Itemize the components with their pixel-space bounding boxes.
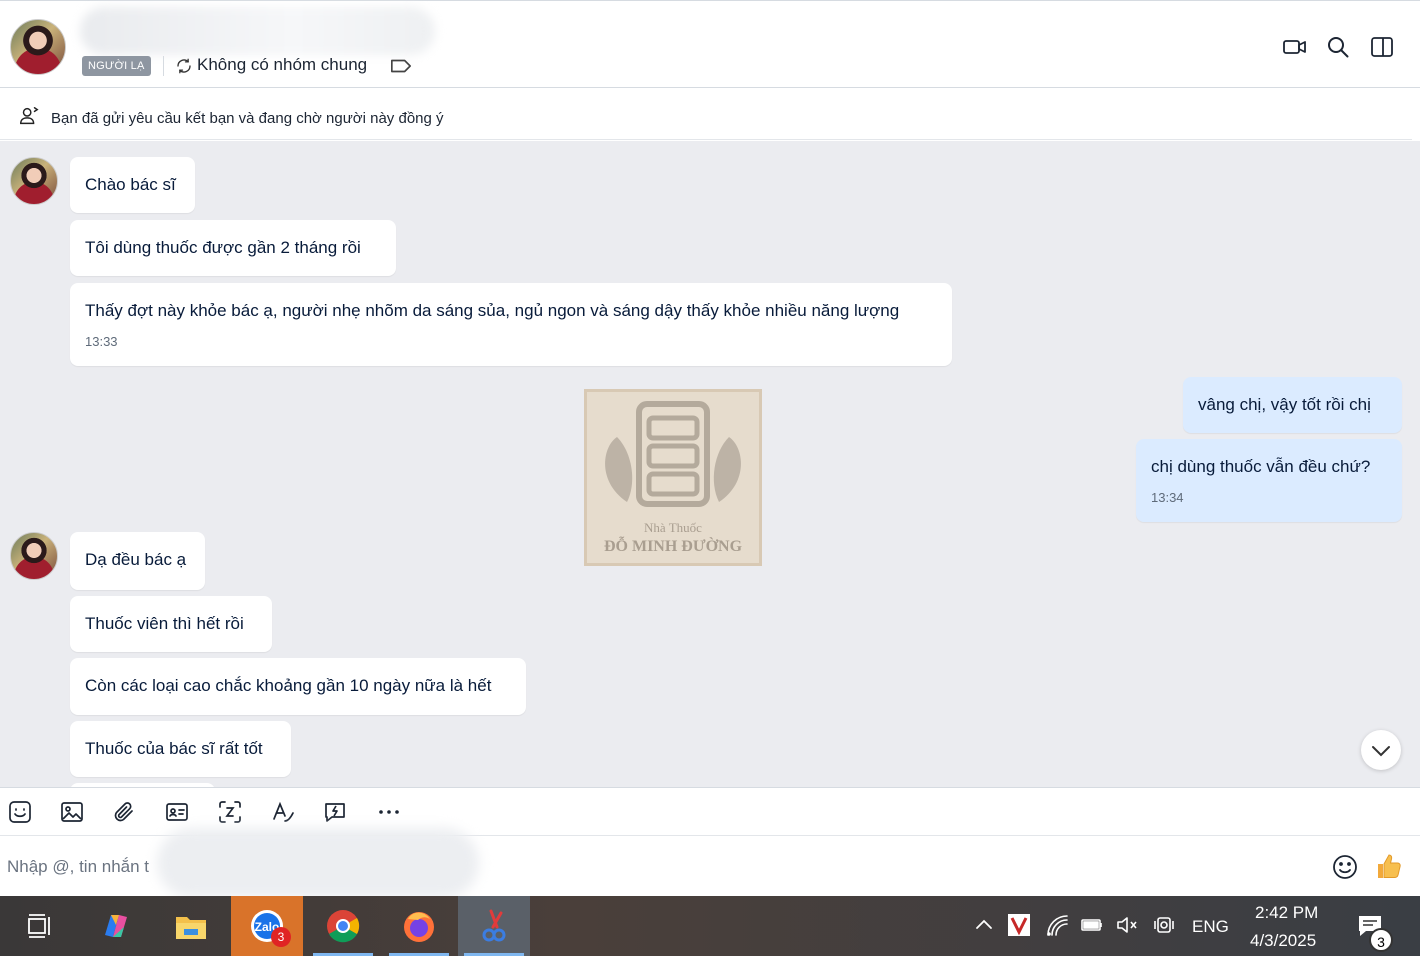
contact-avatar[interactable]	[10, 19, 66, 75]
message-text: Thuốc viên thì hết rồi	[85, 614, 244, 633]
message-bubble[interactable]: Dạ đều bác ạ	[70, 532, 205, 590]
message-text: Chào bác sĩ	[85, 175, 176, 194]
task-view-icon	[28, 914, 50, 938]
friend-request-bar: Bạn đã gửi yêu cầu kết bạn và đang chờ n…	[0, 95, 1412, 140]
show-hidden-icons-icon[interactable]	[972, 913, 996, 937]
file-explorer-app[interactable]	[155, 896, 227, 956]
contact-card-icon[interactable]	[165, 800, 189, 824]
scissors-icon	[482, 909, 506, 942]
message-avatar[interactable]	[10, 157, 58, 205]
message-bubble[interactable]: Còn các loại cao chắc khoảng gần 10 ngày…	[70, 658, 526, 715]
text-format-icon[interactable]	[271, 800, 295, 824]
attachment-icon[interactable]	[112, 800, 136, 824]
message-text: Còn các loại cao chắc khoảng gần 10 ngày…	[85, 676, 492, 695]
task-view-button[interactable]	[4, 896, 76, 956]
quick-message-icon[interactable]	[323, 800, 347, 824]
message-bubble[interactable]: Thấy đợt này khỏe bác ạ, người nhẹ nhõm …	[70, 283, 952, 366]
header-divider	[163, 56, 164, 76]
video-call-icon[interactable]	[1281, 33, 1309, 61]
message-text: Thấy đợt này khỏe bác ạ, người nhẹ nhõm …	[85, 301, 900, 320]
contact-name-blurred	[80, 7, 435, 55]
clock-date[interactable]: 4/3/2025	[1250, 931, 1316, 951]
battery-icon[interactable]	[1080, 913, 1104, 937]
message-bubble[interactable]: Thuốc viên thì hết rồi	[70, 596, 272, 652]
message-text: Tôi dùng thuốc được gần 2 tháng rồi	[85, 238, 361, 257]
more-options-icon[interactable]	[377, 800, 401, 824]
notifications-count-badge: 3	[1369, 928, 1393, 952]
input-language[interactable]: ENG	[1192, 917, 1229, 937]
antivirus-icon[interactable]	[1007, 913, 1031, 937]
pharmacy-logo-icon: Nhà Thuốc ĐỖ MINH ĐƯỜNG	[604, 401, 743, 555]
search-icon[interactable]	[1324, 33, 1352, 61]
sticker-icon[interactable]	[8, 800, 32, 824]
wifi-icon[interactable]	[1045, 913, 1069, 937]
message-bubble[interactable]: Thuốc của bác sĩ rất tốt	[70, 721, 291, 777]
image-icon[interactable]	[60, 800, 84, 824]
message-text: Dạ đều bác ạ	[85, 550, 187, 569]
zalo-unread-badge: 3	[271, 927, 291, 947]
add-friend-icon	[20, 107, 39, 125]
sidebar-toggle-icon[interactable]	[1368, 33, 1396, 61]
zalo-app[interactable]: Zalo 3	[231, 896, 303, 956]
watermark-line2: ĐỖ MINH ĐƯỜNG	[604, 535, 743, 555]
copilot-icon	[105, 915, 127, 937]
blurred-region	[157, 828, 479, 898]
message-list[interactable]: Chào bác sĩ Tôi dùng thuốc được gần 2 th…	[0, 141, 1420, 787]
pharmacy-watermark: Nhà Thuốc ĐỖ MINH ĐƯỜNG	[584, 389, 762, 566]
message-text: Thuốc của bác sĩ rất tốt	[85, 739, 263, 758]
chrome-app[interactable]	[307, 896, 379, 956]
firefox-icon	[404, 912, 434, 942]
message-text: vâng chị, vậy tốt rồi chị	[1198, 395, 1371, 414]
message-time: 13:34	[1151, 490, 1184, 505]
camera-privacy-icon[interactable]	[1152, 913, 1176, 937]
message-bubble[interactable]: Tôi dùng thuốc được gần 2 tháng rồi	[70, 220, 396, 276]
chat-header: NGƯỜI LẠ Không có nhóm chung	[0, 0, 1420, 88]
tag-icon[interactable]	[390, 58, 412, 74]
thumbs-up-icon[interactable]	[1374, 851, 1404, 881]
message-text: chị dùng thuốc vẫn đều chứ?	[1151, 457, 1371, 476]
firefox-app[interactable]	[383, 896, 455, 956]
folder-icon	[176, 917, 206, 939]
my-message-bubble[interactable]: chị dùng thuốc vẫn đều chứ? 13:34	[1136, 439, 1402, 522]
composer	[0, 828, 1420, 898]
chevron-down-icon	[1372, 746, 1390, 757]
watermark-line1: Nhà Thuốc	[644, 520, 702, 535]
copilot-app[interactable]	[80, 896, 152, 956]
speaker-muted-icon[interactable]	[1115, 913, 1139, 937]
emoji-icon[interactable]	[1331, 853, 1359, 881]
stranger-badge: NGƯỜI LẠ	[82, 56, 151, 76]
group-sync-icon	[177, 58, 191, 74]
no-common-group-link[interactable]: Không có nhóm chung	[197, 55, 367, 75]
scroll-to-bottom-button[interactable]	[1361, 730, 1401, 770]
screenshot-icon[interactable]	[218, 800, 242, 824]
snipping-tool-app[interactable]	[458, 896, 530, 956]
my-message-bubble[interactable]: vâng chị, vậy tốt rồi chị	[1183, 377, 1402, 433]
message-avatar[interactable]	[10, 532, 58, 580]
friend-request-text: Bạn đã gửi yêu cầu kết bạn và đang chờ n…	[51, 110, 444, 127]
message-time: 13:33	[85, 334, 118, 349]
message-bubble[interactable]: Chào bác sĩ	[70, 157, 195, 213]
chrome-icon	[327, 910, 360, 943]
windows-taskbar: Zalo 3 ENG 2:42 PM 4/3/2025	[0, 896, 1420, 956]
clock-time[interactable]: 2:42 PM	[1255, 903, 1318, 923]
